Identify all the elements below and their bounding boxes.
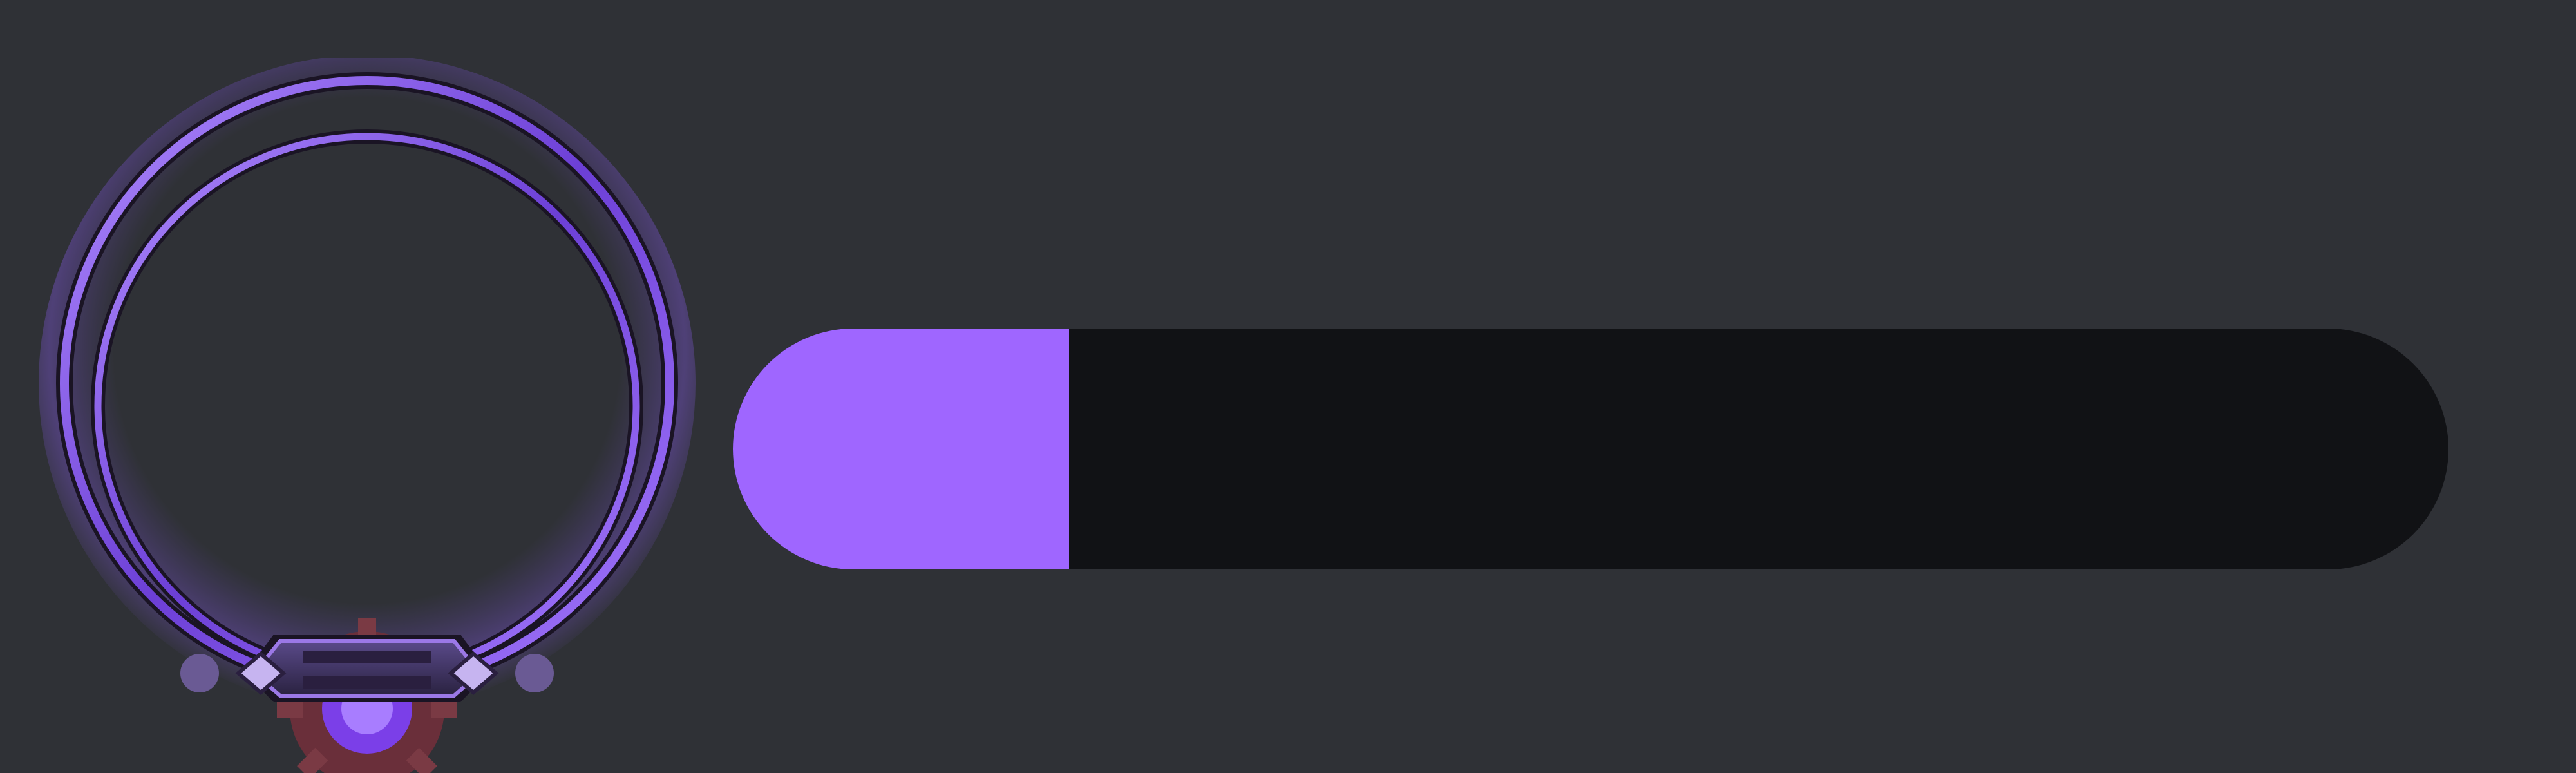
- progress-bar: [733, 329, 2448, 569]
- level-card: [0, 0, 2576, 773]
- avatar-frame-icon: [39, 58, 696, 773]
- avatar-frame: [32, 58, 728, 773]
- progress-bar-fill: [733, 329, 1070, 569]
